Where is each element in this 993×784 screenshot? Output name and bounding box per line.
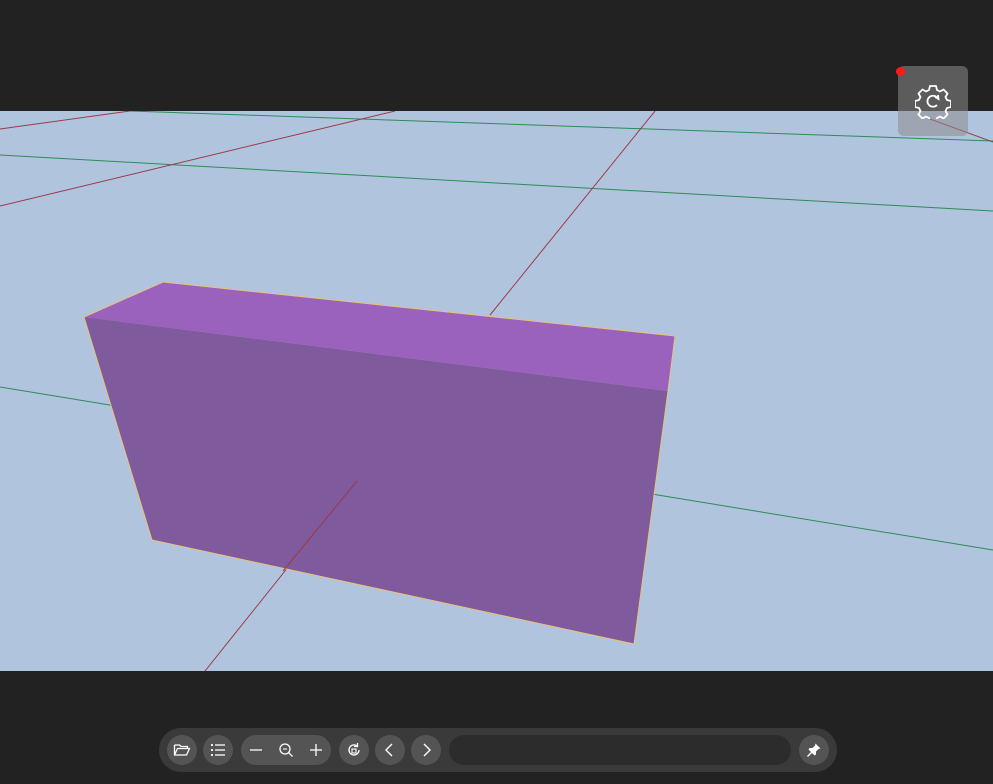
pin-icon xyxy=(807,743,821,757)
zoom-out-button[interactable] xyxy=(241,735,271,765)
next-button[interactable] xyxy=(411,735,441,765)
previous-button[interactable] xyxy=(375,735,405,765)
rotate-button[interactable] xyxy=(339,735,369,765)
grid-line xyxy=(489,111,656,316)
grid-line xyxy=(0,154,993,212)
bottom-toolbar xyxy=(159,728,837,772)
gear-refresh-icon xyxy=(915,85,951,119)
path-input[interactable] xyxy=(449,735,791,765)
grid-line xyxy=(0,111,131,130)
minus-icon xyxy=(250,749,262,751)
chevron-right-icon xyxy=(423,743,431,757)
plus-icon xyxy=(310,744,322,756)
settings-button[interactable] xyxy=(898,66,968,136)
rotate-icon xyxy=(348,743,360,756)
notification-dot xyxy=(896,67,905,76)
scene-canvas[interactable] xyxy=(0,111,993,671)
zoom-fit-button[interactable] xyxy=(271,735,301,765)
3d-viewport[interactable] xyxy=(0,111,993,671)
chevron-left-icon xyxy=(385,743,393,757)
magnifier-icon xyxy=(279,743,293,757)
grid-line xyxy=(129,111,993,142)
pin-button[interactable] xyxy=(799,735,829,765)
list-button[interactable] xyxy=(203,735,233,765)
list-icon xyxy=(210,743,225,757)
viewer-app xyxy=(0,0,993,784)
zoom-in-button[interactable] xyxy=(301,735,331,765)
open-file-button[interactable] xyxy=(167,735,197,765)
folder-open-icon xyxy=(173,744,191,756)
zoom-controls xyxy=(241,735,331,765)
